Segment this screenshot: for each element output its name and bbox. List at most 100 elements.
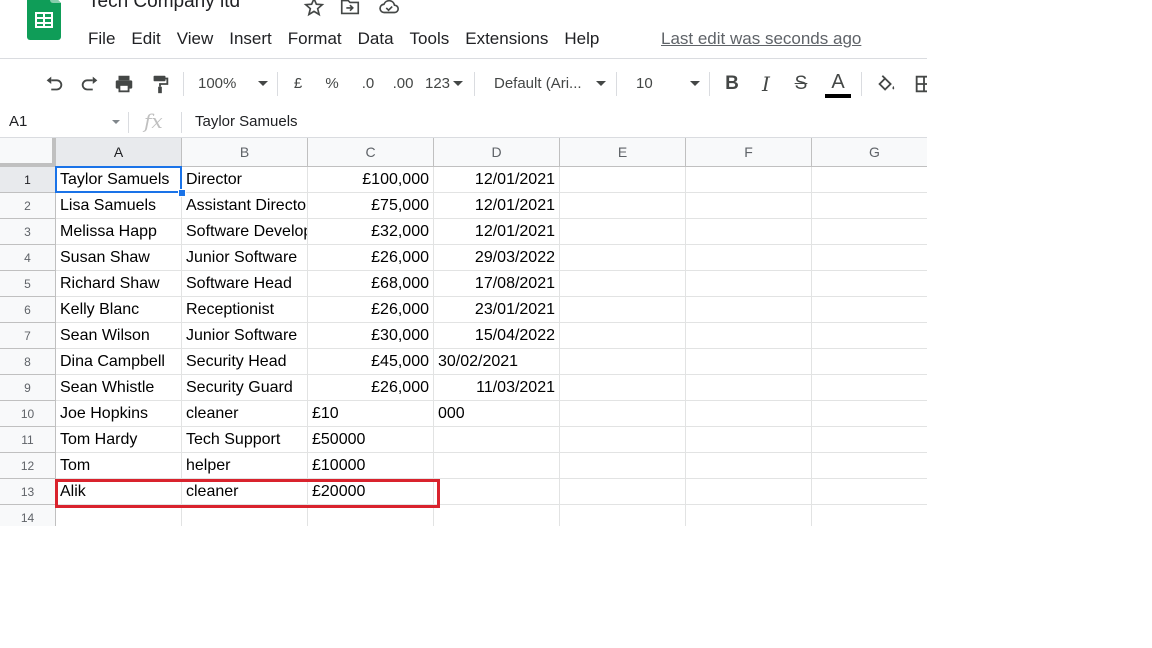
document-title[interactable]: Tech Company ltd	[88, 0, 240, 13]
cell-g7[interactable]	[812, 323, 927, 349]
cell-c12[interactable]: £10000	[308, 453, 434, 479]
cell-d12[interactable]	[434, 453, 560, 479]
paint-format-button[interactable]	[148, 59, 172, 108]
cell-e11[interactable]	[560, 427, 686, 453]
cell-e6[interactable]	[560, 297, 686, 323]
strikethrough-button[interactable]: S	[791, 59, 811, 108]
cell-d10[interactable]: 000	[434, 401, 560, 427]
font-size-select[interactable]: 10	[636, 59, 700, 108]
sheets-logo-icon[interactable]	[27, 0, 61, 40]
row-header-8[interactable]: 8	[0, 349, 56, 375]
cell-g3[interactable]	[812, 219, 927, 245]
cell-f2[interactable]	[686, 193, 812, 219]
percent-format-button[interactable]: %	[322, 59, 342, 108]
cell-a3[interactable]: Melissa Happ	[56, 219, 182, 245]
text-color-button[interactable]: A	[824, 59, 852, 108]
row-header-9[interactable]: 9	[0, 375, 56, 401]
cell-b11[interactable]: Tech Support	[182, 427, 308, 453]
cell-e2[interactable]	[560, 193, 686, 219]
cell-b10[interactable]: cleaner	[182, 401, 308, 427]
cell-e7[interactable]	[560, 323, 686, 349]
cell-f3[interactable]	[686, 219, 812, 245]
star-icon[interactable]	[303, 0, 325, 18]
cell-g5[interactable]	[812, 271, 927, 297]
row-header-12[interactable]: 12	[0, 453, 56, 479]
row-header-10[interactable]: 10	[0, 401, 56, 427]
redo-button[interactable]	[78, 59, 102, 108]
select-all-corner[interactable]	[0, 138, 56, 167]
borders-button[interactable]	[912, 59, 927, 108]
formula-input[interactable]: Taylor Samuels	[195, 113, 298, 130]
cell-g8[interactable]	[812, 349, 927, 375]
cell-b14[interactable]	[182, 505, 308, 526]
increase-decimal-button[interactable]: .00	[390, 59, 416, 108]
cell-d5[interactable]: 17/08/2021	[434, 271, 560, 297]
column-header-d[interactable]: D	[434, 138, 560, 167]
cell-b5[interactable]: Software Head	[182, 271, 308, 297]
cell-c1[interactable]: £100,000	[308, 167, 434, 193]
cell-e8[interactable]	[560, 349, 686, 375]
cell-e9[interactable]	[560, 375, 686, 401]
cell-f10[interactable]	[686, 401, 812, 427]
cell-d6[interactable]: 23/01/2021	[434, 297, 560, 323]
cell-a6[interactable]: Kelly Blanc	[56, 297, 182, 323]
cell-g10[interactable]	[812, 401, 927, 427]
menu-insert[interactable]: Insert	[229, 29, 272, 49]
cell-a10[interactable]: Joe Hopkins	[56, 401, 182, 427]
font-family-select[interactable]: Default (Ari...	[494, 59, 606, 108]
cell-c10[interactable]: £10	[308, 401, 434, 427]
cell-d11[interactable]	[434, 427, 560, 453]
column-header-b[interactable]: B	[182, 138, 308, 167]
cell-b13[interactable]: cleaner	[182, 479, 308, 505]
row-header-4[interactable]: 4	[0, 245, 56, 271]
cell-b12[interactable]: helper	[182, 453, 308, 479]
cell-c9[interactable]: £26,000	[308, 375, 434, 401]
cell-e10[interactable]	[560, 401, 686, 427]
cell-a7[interactable]: Sean Wilson	[56, 323, 182, 349]
cell-c3[interactable]: £32,000	[308, 219, 434, 245]
cell-b9[interactable]: Security Guard	[182, 375, 308, 401]
cell-e3[interactable]	[560, 219, 686, 245]
cell-g9[interactable]	[812, 375, 927, 401]
menu-format[interactable]: Format	[288, 29, 342, 49]
cell-e13[interactable]	[560, 479, 686, 505]
row-header-3[interactable]: 3	[0, 219, 56, 245]
cell-a14[interactable]	[56, 505, 182, 526]
cell-b6[interactable]: Receptionist	[182, 297, 308, 323]
cell-g1[interactable]	[812, 167, 927, 193]
cell-g14[interactable]	[812, 505, 927, 526]
column-header-g[interactable]: G	[812, 138, 927, 167]
cloud-saved-icon[interactable]	[378, 0, 400, 18]
column-header-c[interactable]: C	[308, 138, 434, 167]
menu-tools[interactable]: Tools	[410, 29, 450, 49]
cell-d9[interactable]: 11/03/2021	[434, 375, 560, 401]
cell-d13[interactable]	[434, 479, 560, 505]
cell-b1[interactable]: Director	[182, 167, 308, 193]
row-header-11[interactable]: 11	[0, 427, 56, 453]
currency-format-button[interactable]: £	[288, 59, 308, 108]
cell-c7[interactable]: £30,000	[308, 323, 434, 349]
cell-e5[interactable]	[560, 271, 686, 297]
cell-f8[interactable]	[686, 349, 812, 375]
cell-a12[interactable]: Tom	[56, 453, 182, 479]
cell-c11[interactable]: £50000	[308, 427, 434, 453]
cell-c5[interactable]: £68,000	[308, 271, 434, 297]
cell-d1[interactable]: 12/01/2021	[434, 167, 560, 193]
cell-g11[interactable]	[812, 427, 927, 453]
cell-d2[interactable]: 12/01/2021	[434, 193, 560, 219]
cell-e12[interactable]	[560, 453, 686, 479]
cell-f7[interactable]	[686, 323, 812, 349]
cell-d3[interactable]: 12/01/2021	[434, 219, 560, 245]
row-header-6[interactable]: 6	[0, 297, 56, 323]
name-box-dropdown-icon[interactable]	[112, 120, 120, 124]
cell-f12[interactable]	[686, 453, 812, 479]
cell-f13[interactable]	[686, 479, 812, 505]
cell-f1[interactable]	[686, 167, 812, 193]
cell-b4[interactable]: Junior Software	[182, 245, 308, 271]
cell-c2[interactable]: £75,000	[308, 193, 434, 219]
decrease-decimal-button[interactable]: .0	[356, 59, 380, 108]
row-header-13[interactable]: 13	[0, 479, 56, 505]
cell-c6[interactable]: £26,000	[308, 297, 434, 323]
cell-d8[interactable]: 30/02/2021	[434, 349, 560, 375]
cell-f4[interactable]	[686, 245, 812, 271]
